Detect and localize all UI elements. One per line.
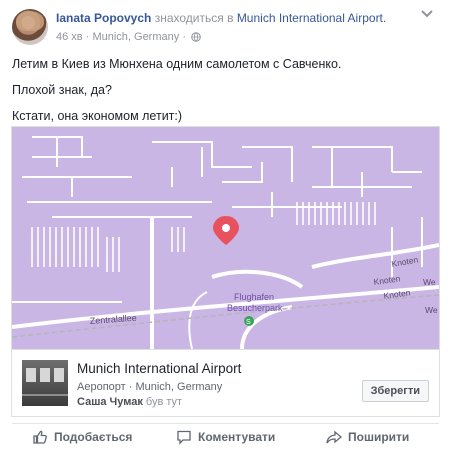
post-time[interactable]: 46 хв [56, 31, 83, 43]
thumbs-up-icon [33, 430, 47, 444]
visitor-name[interactable]: Саша Чумак [77, 396, 143, 408]
post-text: Летим в Киев из Мюнхена одним самолетом … [12, 56, 437, 134]
map[interactable]: Zentralallee Flughafen Besucherpark S Kn… [12, 127, 439, 349]
globe-icon[interactable] [191, 32, 201, 42]
chevron-down-icon[interactable] [420, 9, 440, 23]
share-label: Поширити [348, 430, 410, 444]
author-name[interactable]: Ianata Popovych [56, 11, 151, 25]
post-actions: Подобається Коментувати Поширити [12, 425, 439, 449]
visitor-suffix: був тут [145, 396, 183, 408]
place-info: Munich International Airport Аеропорт · … [12, 349, 439, 416]
map-label-poi: Flughafen [234, 292, 274, 302]
share-icon [326, 430, 342, 444]
location-link[interactable]: Munich International Airport. [237, 11, 386, 25]
comment-icon [177, 430, 191, 445]
map-label-road: We [425, 305, 438, 315]
like-button[interactable]: Подобається [32, 428, 132, 446]
like-label: Подобається [54, 430, 133, 444]
post-text-line: Плохой знак, да? [12, 83, 112, 97]
divider [12, 423, 439, 424]
map-label-poi: Besucherpark [227, 303, 283, 313]
comment-button[interactable]: Коментувати [176, 428, 275, 446]
avatar[interactable] [12, 9, 48, 45]
place-thumbnail[interactable] [22, 360, 68, 406]
place-visitors: Саша Чумак був тут [77, 396, 182, 408]
svg-text:S: S [246, 319, 251, 326]
comment-label: Коментувати [198, 430, 276, 444]
post-text-line: Кстати, она экономом летит:) [12, 109, 183, 123]
post-text-line: Летим в Киев из Мюнхена одним самолетом … [12, 57, 342, 71]
place-name[interactable]: Munich International Airport [77, 361, 241, 376]
place-card[interactable]: Zentralallee Flughafen Besucherpark S Kn… [11, 126, 440, 417]
share-button[interactable]: Поширити [326, 428, 409, 446]
author-line: Ianata Popovych знаходиться в Munich Int… [56, 11, 386, 25]
save-button[interactable]: Зберегти [361, 380, 429, 402]
place-category: Аеропорт · Munich, Germany [77, 381, 223, 393]
map-label-road: We [423, 277, 436, 287]
facebook-post: Ianata Popovych знаходиться в Munich Int… [0, 0, 451, 453]
post-header: Ianata Popovych знаходиться в Munich Int… [12, 9, 442, 47]
post-meta: 46 хв · Munich, Germany · [56, 31, 201, 43]
map-canvas: Zentralallee Flughafen Besucherpark S Kn… [12, 127, 439, 349]
post-place-meta[interactable]: Munich, Germany [92, 31, 179, 43]
location-prefix: знаходиться в [154, 11, 234, 25]
